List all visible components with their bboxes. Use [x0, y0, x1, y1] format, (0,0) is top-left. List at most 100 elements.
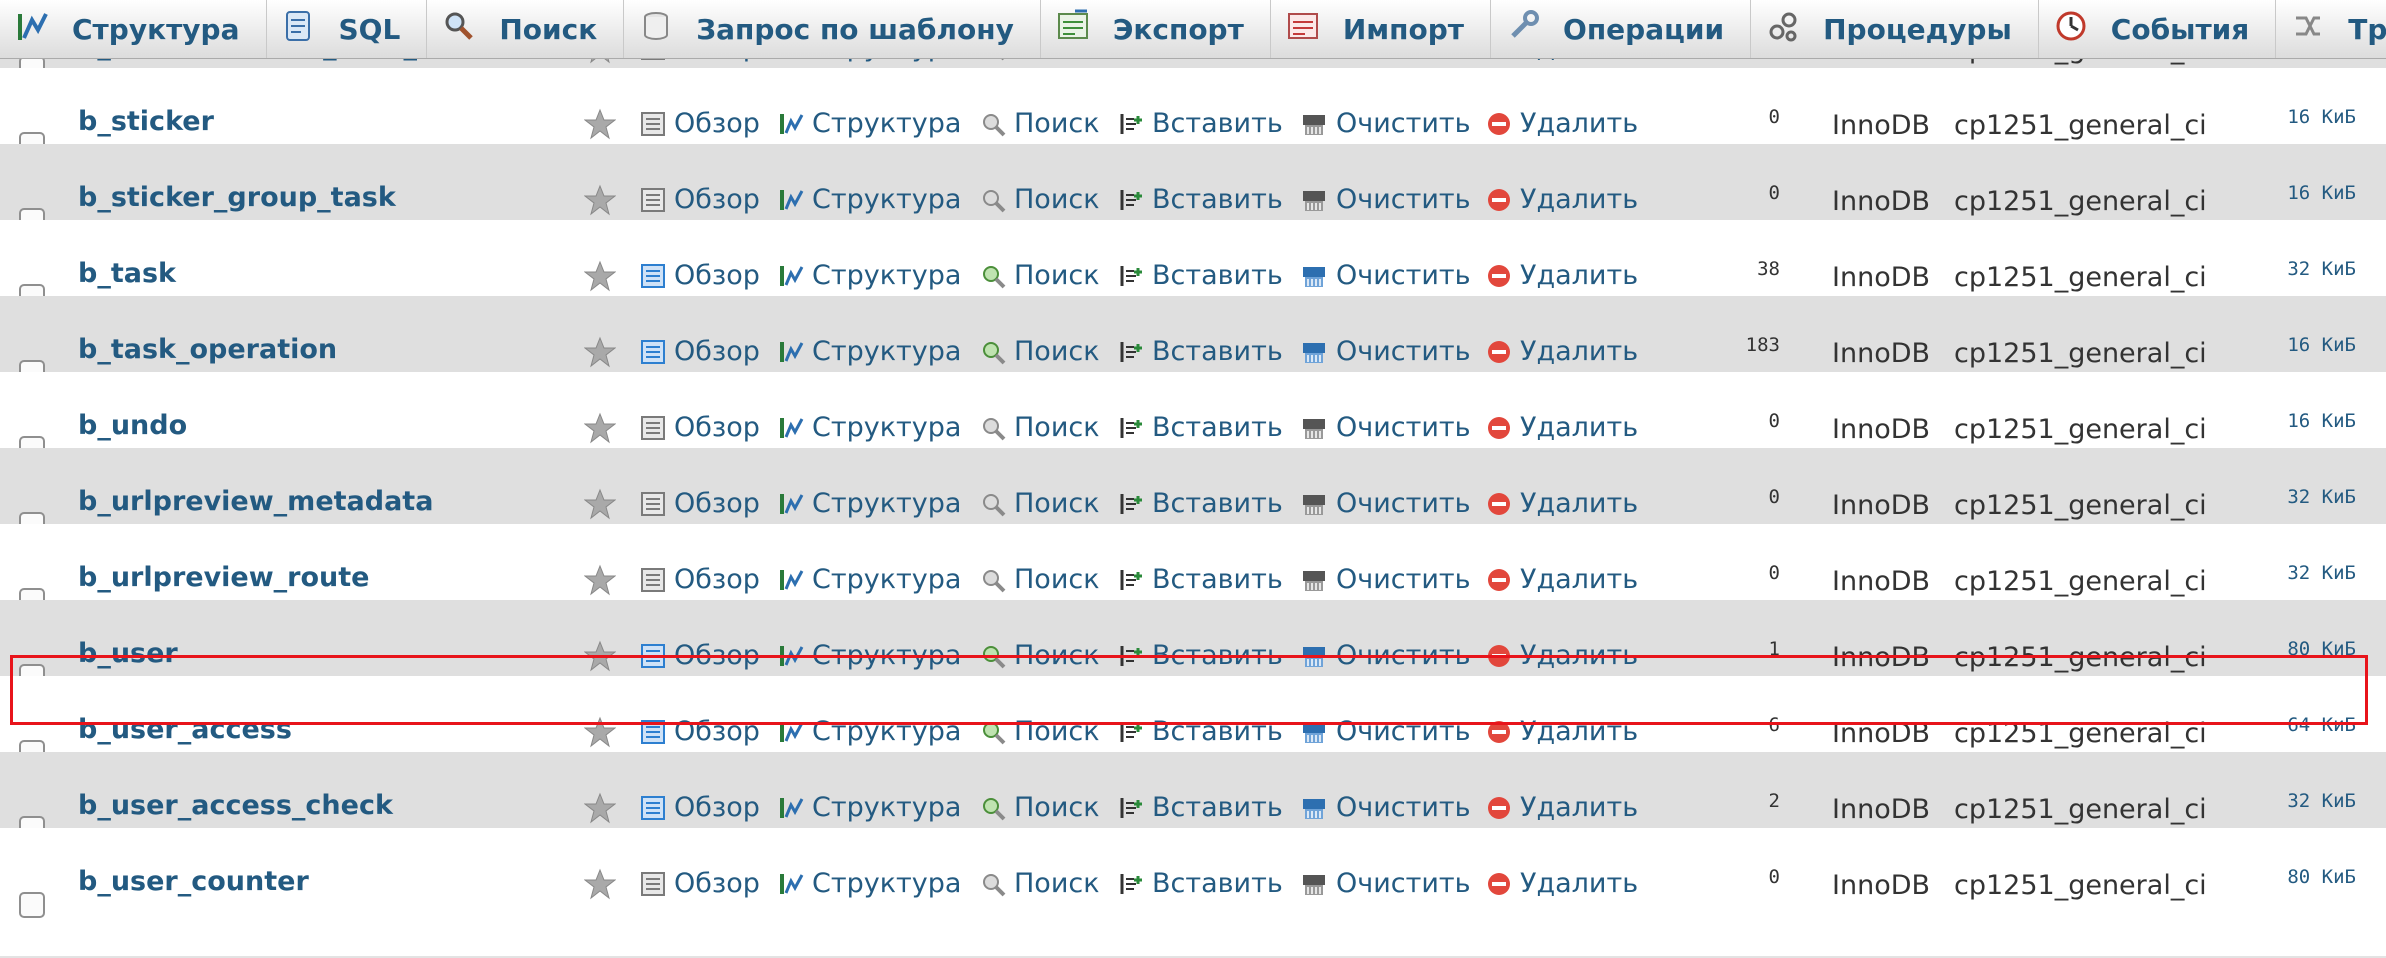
action-drop[interactable]: Удалить	[1486, 792, 1638, 823]
table-size-link[interactable]: 32 КиБ	[2240, 790, 2356, 812]
action-empty[interactable]: Очистить	[1300, 108, 1471, 139]
action-structure[interactable]: Структура	[778, 184, 961, 215]
table-size-link[interactable]: 64 КиБ	[2240, 714, 2356, 736]
action-structure[interactable]: Структура	[778, 564, 961, 595]
tab-4[interactable]: Запрос по шаблону	[624, 0, 1041, 58]
action-drop[interactable]: Удалить	[1486, 108, 1638, 139]
table-name-link[interactable]: b_task_operation	[78, 334, 337, 365]
action-insert[interactable]: Вставить	[1118, 184, 1283, 215]
action-search[interactable]: Поиск	[980, 564, 1100, 595]
action-browse[interactable]: Обзор	[640, 716, 760, 747]
action-search[interactable]: Поиск	[980, 792, 1100, 823]
action-insert[interactable]: Вставить	[1118, 716, 1283, 747]
favorite-star-icon[interactable]	[583, 792, 617, 828]
table-name-link[interactable]: b_urlpreview_metadata	[78, 486, 433, 517]
action-search[interactable]: Поиск	[980, 108, 1100, 139]
action-search[interactable]: Поиск	[980, 184, 1100, 215]
action-empty[interactable]: Очистить	[1300, 564, 1471, 595]
action-drop[interactable]: Удалить	[1486, 716, 1638, 747]
action-search[interactable]: Поиск	[980, 488, 1100, 519]
action-structure[interactable]: Структура	[778, 336, 961, 367]
table-size-link[interactable]: 16 КиБ	[2240, 334, 2356, 356]
favorite-star-icon[interactable]	[583, 488, 617, 524]
table-name-link[interactable]: b_user_access	[78, 714, 292, 745]
action-insert[interactable]: Вставить	[1118, 792, 1283, 823]
action-browse[interactable]: Обзор	[640, 108, 760, 139]
tab-7[interactable]: Операции	[1491, 0, 1752, 58]
action-drop[interactable]: Удалить	[1486, 488, 1638, 519]
favorite-star-icon[interactable]	[583, 564, 617, 600]
action-empty[interactable]: Очистить	[1300, 260, 1471, 291]
tab-5[interactable]: Экспорт	[1041, 0, 1271, 58]
action-search[interactable]: Поиск	[980, 640, 1100, 671]
action-structure[interactable]: Структура	[778, 108, 961, 139]
table-size-link[interactable]: 80 КиБ	[2240, 638, 2356, 660]
table-size-link[interactable]: 32 КиБ	[2240, 562, 2356, 584]
action-insert[interactable]: Вставить	[1118, 108, 1283, 139]
action-empty[interactable]: Очистить	[1300, 336, 1471, 367]
action-empty[interactable]: Очистить	[1300, 412, 1471, 443]
favorite-star-icon[interactable]	[583, 716, 617, 752]
action-drop[interactable]: Удалить	[1486, 412, 1638, 443]
action-drop[interactable]: Удалить	[1486, 260, 1638, 291]
table-size-link[interactable]: 32 КиБ	[2240, 486, 2356, 508]
action-browse[interactable]: Обзор	[640, 488, 760, 519]
action-browse[interactable]: Обзор	[640, 184, 760, 215]
table-name-link[interactable]: b_user_counter	[78, 866, 309, 897]
favorite-star-icon[interactable]	[583, 184, 617, 220]
action-browse[interactable]: Обзор	[640, 412, 760, 443]
row-checkbox[interactable]	[19, 892, 45, 918]
action-insert[interactable]: Вставить	[1118, 488, 1283, 519]
tab-6[interactable]: Импорт	[1271, 0, 1492, 58]
favorite-star-icon[interactable]	[583, 412, 617, 448]
table-name-link[interactable]: b_urlpreview_route	[78, 562, 370, 593]
action-structure[interactable]: Структура	[778, 792, 961, 823]
action-search[interactable]: Поиск	[980, 260, 1100, 291]
action-structure[interactable]: Структура	[778, 640, 961, 671]
action-empty[interactable]: Очистить	[1300, 184, 1471, 215]
tab-3[interactable]: Поиск	[427, 0, 625, 58]
tab-2[interactable]: SQL	[267, 0, 428, 58]
action-insert[interactable]: Вставить	[1118, 412, 1283, 443]
action-drop[interactable]: Удалить	[1486, 184, 1638, 215]
action-drop[interactable]: Удалить	[1486, 868, 1638, 899]
action-insert[interactable]: Вставить	[1118, 564, 1283, 595]
table-name-link[interactable]: b_undo	[78, 410, 187, 441]
action-browse[interactable]: Обзор	[640, 564, 760, 595]
action-browse[interactable]: Обзор	[640, 260, 760, 291]
action-browse[interactable]: Обзор	[640, 336, 760, 367]
action-insert[interactable]: Вставить	[1118, 260, 1283, 291]
tab-9[interactable]: События	[2039, 0, 2277, 58]
action-structure[interactable]: Структура	[778, 412, 961, 443]
table-name-link[interactable]: b_user	[78, 638, 178, 669]
tab-1[interactable]: Структура	[0, 0, 267, 58]
action-search[interactable]: Поиск	[980, 412, 1100, 443]
action-search[interactable]: Поиск	[980, 336, 1100, 367]
table-size-link[interactable]: 16 КиБ	[2240, 106, 2356, 128]
action-drop[interactable]: Удалить	[1486, 640, 1638, 671]
favorite-star-icon[interactable]	[583, 260, 617, 296]
table-size-link[interactable]: 32 КиБ	[2240, 258, 2356, 280]
tab-10[interactable]: Триггеры	[2276, 0, 2386, 58]
table-name-link[interactable]: b_sticker_group_task	[78, 182, 396, 213]
table-size-link[interactable]: 80 КиБ	[2240, 866, 2356, 888]
table-size-link[interactable]: 16 КиБ	[2240, 410, 2356, 432]
action-empty[interactable]: Очистить	[1300, 868, 1471, 899]
favorite-star-icon[interactable]	[583, 336, 617, 372]
action-structure[interactable]: Структура	[778, 260, 961, 291]
action-browse[interactable]: Обзор	[640, 640, 760, 671]
action-empty[interactable]: Очистить	[1300, 488, 1471, 519]
favorite-star-icon[interactable]	[583, 640, 617, 676]
action-search[interactable]: Поиск	[980, 868, 1100, 899]
action-search[interactable]: Поиск	[980, 716, 1100, 747]
table-name-link[interactable]: b_task	[78, 258, 176, 289]
action-browse[interactable]: Обзор	[640, 792, 760, 823]
tab-8[interactable]: Процедуры	[1751, 0, 2039, 58]
favorite-star-icon[interactable]	[583, 868, 617, 904]
action-empty[interactable]: Очистить	[1300, 792, 1471, 823]
action-empty[interactable]: Очистить	[1300, 640, 1471, 671]
favorite-star-icon[interactable]	[583, 108, 617, 144]
action-drop[interactable]: Удалить	[1486, 336, 1638, 367]
action-browse[interactable]: Обзор	[640, 868, 760, 899]
action-structure[interactable]: Структура	[778, 868, 961, 899]
